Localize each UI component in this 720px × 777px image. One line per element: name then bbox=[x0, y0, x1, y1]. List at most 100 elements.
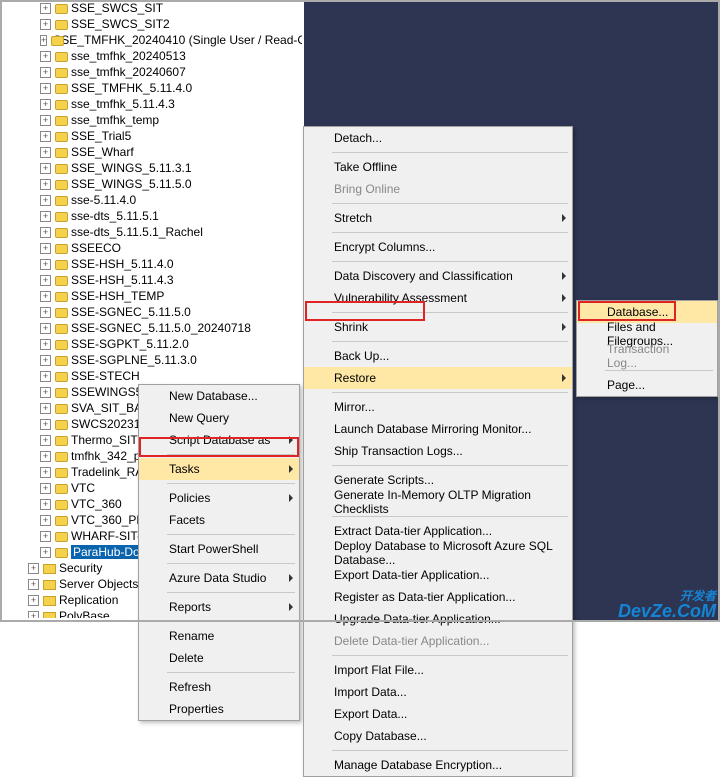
menu-item[interactable]: Copy Database... bbox=[304, 725, 572, 747]
tree-item[interactable]: SSE-HSH_5.11.4.0 bbox=[2, 256, 302, 272]
expand-icon[interactable] bbox=[28, 579, 39, 590]
tree-item[interactable]: SSE_TMFHK_5.11.4.0 bbox=[2, 80, 302, 96]
menu-item[interactable]: Start PowerShell bbox=[139, 538, 299, 560]
expand-icon[interactable] bbox=[40, 179, 51, 190]
menu-item[interactable]: Restore bbox=[304, 367, 572, 389]
menu-item[interactable]: Properties bbox=[139, 698, 299, 720]
expand-icon[interactable] bbox=[28, 563, 39, 574]
expand-icon[interactable] bbox=[40, 195, 51, 206]
tree-item[interactable]: SSE_SWCS_SIT bbox=[2, 0, 302, 16]
expand-icon[interactable] bbox=[40, 35, 47, 46]
menu-item[interactable]: Shrink bbox=[304, 316, 572, 338]
tree-item[interactable]: SSE-SGNEC_5.11.5.0_20240718 bbox=[2, 320, 302, 336]
menu-item[interactable]: Script Database as bbox=[139, 429, 299, 451]
tree-item[interactable]: SSE_Wharf bbox=[2, 144, 302, 160]
menu-item[interactable]: Refresh bbox=[139, 676, 299, 698]
tree-item[interactable]: SSE-HSH_TEMP bbox=[2, 288, 302, 304]
tree-item[interactable]: SSE_WINGS_5.11.5.0 bbox=[2, 176, 302, 192]
expand-icon[interactable] bbox=[28, 611, 39, 619]
menu-item[interactable]: Deploy Database to Microsoft Azure SQL D… bbox=[304, 542, 572, 564]
menu-item[interactable]: Generate In-Memory OLTP Migration Checkl… bbox=[304, 491, 572, 513]
expand-icon[interactable] bbox=[40, 435, 51, 446]
expand-icon[interactable] bbox=[40, 147, 51, 158]
menu-item[interactable]: Vulnerability Assessment bbox=[304, 287, 572, 309]
expand-icon[interactable] bbox=[40, 531, 51, 542]
tree-item[interactable]: sse-dts_5.11.5.1 bbox=[2, 208, 302, 224]
tree-item[interactable]: sse_tmfhk_5.11.4.3 bbox=[2, 96, 302, 112]
expand-icon[interactable] bbox=[40, 499, 51, 510]
menu-item[interactable]: Policies bbox=[139, 487, 299, 509]
menu-item[interactable]: Reports bbox=[139, 596, 299, 618]
menu-item[interactable]: Azure Data Studio bbox=[139, 567, 299, 589]
expand-icon[interactable] bbox=[40, 419, 51, 430]
tree-item[interactable]: SSE-SGPLNE_5.11.3.0 bbox=[2, 352, 302, 368]
menu-item[interactable]: Launch Database Mirroring Monitor... bbox=[304, 418, 572, 440]
expand-icon[interactable] bbox=[40, 19, 51, 30]
expand-icon[interactable] bbox=[40, 547, 51, 558]
expand-icon[interactable] bbox=[28, 595, 39, 606]
expand-icon[interactable] bbox=[40, 467, 51, 478]
tree-item[interactable]: SSE_Trial5 bbox=[2, 128, 302, 144]
expand-icon[interactable] bbox=[40, 355, 51, 366]
expand-icon[interactable] bbox=[40, 291, 51, 302]
menu-item[interactable]: Tasks bbox=[139, 458, 299, 480]
tree-item[interactable]: sse_tmfhk_20240607 bbox=[2, 64, 302, 80]
expand-icon[interactable] bbox=[40, 451, 51, 462]
tree-item[interactable]: SSEECO bbox=[2, 240, 302, 256]
menu-item[interactable]: Ship Transaction Logs... bbox=[304, 440, 572, 462]
expand-icon[interactable] bbox=[40, 83, 51, 94]
tree-item[interactable]: sse_tmfhk_20240513 bbox=[2, 48, 302, 64]
expand-icon[interactable] bbox=[40, 515, 51, 526]
tree-item[interactable]: SSE-STECH bbox=[2, 368, 302, 384]
expand-icon[interactable] bbox=[40, 387, 51, 398]
expand-icon[interactable] bbox=[40, 67, 51, 78]
menu-item[interactable]: Delete bbox=[139, 647, 299, 669]
expand-icon[interactable] bbox=[40, 211, 51, 222]
database-icon bbox=[54, 130, 68, 142]
menu-item[interactable]: Page... bbox=[577, 374, 717, 396]
tree-item[interactable]: SSE-SGPKT_5.11.2.0 bbox=[2, 336, 302, 352]
menu-item[interactable]: Import Flat File... bbox=[304, 659, 572, 681]
menu-item[interactable]: Mirror... bbox=[304, 396, 572, 418]
menu-item[interactable]: Upgrade Data-tier Application... bbox=[304, 608, 572, 630]
menu-item[interactable]: Back Up... bbox=[304, 345, 572, 367]
menu-item[interactable]: Data Discovery and Classification bbox=[304, 265, 572, 287]
tree-item[interactable]: SSE_TMFHK_20240410 (Single User / Read-O… bbox=[2, 32, 302, 48]
menu-item[interactable]: Export Data... bbox=[304, 703, 572, 725]
expand-icon[interactable] bbox=[40, 163, 51, 174]
menu-item[interactable]: Import Data... bbox=[304, 681, 572, 703]
menu-item[interactable]: Export Data-tier Application... bbox=[304, 564, 572, 586]
expand-icon[interactable] bbox=[40, 99, 51, 110]
expand-icon[interactable] bbox=[40, 371, 51, 382]
expand-icon[interactable] bbox=[40, 339, 51, 350]
expand-icon[interactable] bbox=[40, 3, 51, 14]
menu-item[interactable]: New Query bbox=[139, 407, 299, 429]
tree-item[interactable]: sse_tmfhk_temp bbox=[2, 112, 302, 128]
tree-item[interactable]: SSE-SGNEC_5.11.5.0 bbox=[2, 304, 302, 320]
expand-icon[interactable] bbox=[40, 131, 51, 142]
tree-item[interactable]: sse-5.11.4.0 bbox=[2, 192, 302, 208]
expand-icon[interactable] bbox=[40, 275, 51, 286]
expand-icon[interactable] bbox=[40, 243, 51, 254]
expand-icon[interactable] bbox=[40, 51, 51, 62]
menu-item[interactable]: Detach... bbox=[304, 127, 572, 149]
menu-item[interactable]: New Database... bbox=[139, 385, 299, 407]
menu-item[interactable]: Stretch bbox=[304, 207, 572, 229]
tree-item[interactable]: SSE-HSH_5.11.4.3 bbox=[2, 272, 302, 288]
expand-icon[interactable] bbox=[40, 483, 51, 494]
expand-icon[interactable] bbox=[40, 259, 51, 270]
tree-item[interactable]: SSE_WINGS_5.11.3.1 bbox=[2, 160, 302, 176]
menu-item[interactable]: Manage Database Encryption... bbox=[304, 754, 572, 776]
menu-item[interactable]: Rename bbox=[139, 625, 299, 647]
tree-item[interactable]: sse-dts_5.11.5.1_Rachel bbox=[2, 224, 302, 240]
expand-icon[interactable] bbox=[40, 115, 51, 126]
expand-icon[interactable] bbox=[40, 307, 51, 318]
menu-item[interactable]: Register as Data-tier Application... bbox=[304, 586, 572, 608]
menu-item[interactable]: Encrypt Columns... bbox=[304, 236, 572, 258]
menu-item[interactable]: Take Offline bbox=[304, 156, 572, 178]
expand-icon[interactable] bbox=[40, 403, 51, 414]
expand-icon[interactable] bbox=[40, 227, 51, 238]
tree-item[interactable]: SSE_SWCS_SIT2 bbox=[2, 16, 302, 32]
menu-item[interactable]: Facets bbox=[139, 509, 299, 531]
expand-icon[interactable] bbox=[40, 323, 51, 334]
